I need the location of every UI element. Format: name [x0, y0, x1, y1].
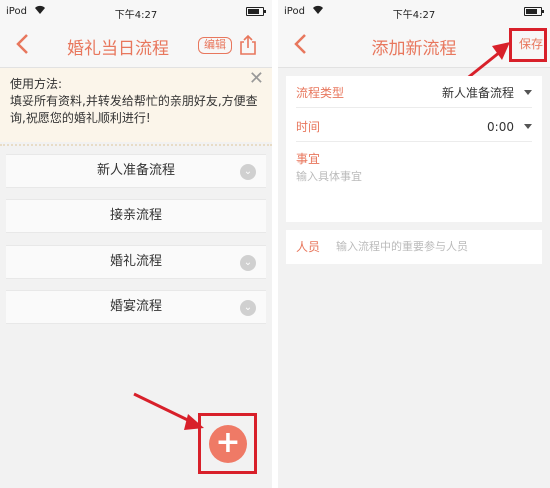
- status-bar: iPod 下午4:27: [278, 0, 550, 22]
- list-item-label: 婚宴流程: [109, 299, 162, 314]
- flow-type-label: 流程类型: [296, 86, 345, 100]
- people-input[interactable]: 输入流程中的重要参与人员: [336, 232, 468, 262]
- time-value[interactable]: 0:00: [487, 112, 514, 142]
- notice-body: 填妥所有资料,并转发给帮忙的亲朋好友,方便查询,祝愿您的婚礼顺利进行!: [10, 94, 258, 125]
- close-icon[interactable]: ✕: [249, 70, 264, 88]
- list-item-prep[interactable]: 新人准备流程 ⌄: [6, 154, 266, 188]
- list-item-label: 接亲流程: [109, 208, 162, 223]
- battery-icon: [524, 7, 544, 16]
- dropdown-arrow-icon[interactable]: [524, 90, 532, 95]
- time-row[interactable]: 时间 0:00: [296, 112, 532, 142]
- chevron-down-icon[interactable]: ⌄: [240, 300, 256, 316]
- status-time: 下午4:27: [114, 10, 158, 21]
- people-card: 人员 输入流程中的重要参与人员: [286, 230, 542, 264]
- list-item-label: 婚礼流程: [109, 254, 162, 269]
- usage-notice: 使用方法: 填妥所有资料,并转发给帮忙的亲朋好友,方便查询,祝愿您的婚礼顺利进行…: [0, 68, 272, 146]
- people-label: 人员: [296, 240, 321, 254]
- form-card: 流程类型 新人准备流程 时间 0:00 事宜 输入具体事宜: [286, 76, 542, 222]
- left-screen: iPod 下午4:27 婚礼当日流程 编辑 使用方法: 填妥所有资料,并转发给帮…: [0, 0, 272, 488]
- status-bar: iPod 下午4:27: [0, 0, 272, 22]
- chevron-down-icon[interactable]: ⌄: [240, 164, 256, 180]
- chevron-down-icon[interactable]: ⌄: [240, 255, 256, 271]
- time-label: 时间: [296, 120, 321, 134]
- share-icon[interactable]: [238, 34, 258, 56]
- flow-type-row[interactable]: 流程类型 新人准备流程: [296, 78, 532, 108]
- flow-type-value[interactable]: 新人准备流程: [442, 78, 514, 108]
- list-item-label: 新人准备流程: [96, 163, 175, 178]
- matter-row[interactable]: 事宜 输入具体事宜: [296, 144, 532, 214]
- status-time: 下午4:27: [392, 10, 436, 21]
- list-item-banquet[interactable]: 婚宴流程 ⌄: [6, 290, 266, 324]
- edit-button[interactable]: 编辑: [198, 37, 232, 54]
- dropdown-arrow-icon[interactable]: [524, 124, 532, 129]
- right-screen: iPod 下午4:27 添加新流程 保存 流程类型 新人准备流程 时间 0:00: [278, 0, 550, 488]
- matter-input[interactable]: 输入具体事宜: [296, 162, 362, 192]
- list-item-pickup[interactable]: 接亲流程: [6, 199, 266, 233]
- list-item-ceremony[interactable]: 婚礼流程 ⌄: [6, 245, 266, 279]
- notice-divider: [0, 140, 272, 146]
- battery-icon: [246, 7, 266, 16]
- notice-title: 使用方法:: [10, 77, 63, 91]
- highlight-box: [198, 413, 257, 474]
- nav-bar: 婚礼当日流程 编辑: [0, 22, 272, 68]
- people-row[interactable]: 人员 输入流程中的重要参与人员: [296, 232, 532, 262]
